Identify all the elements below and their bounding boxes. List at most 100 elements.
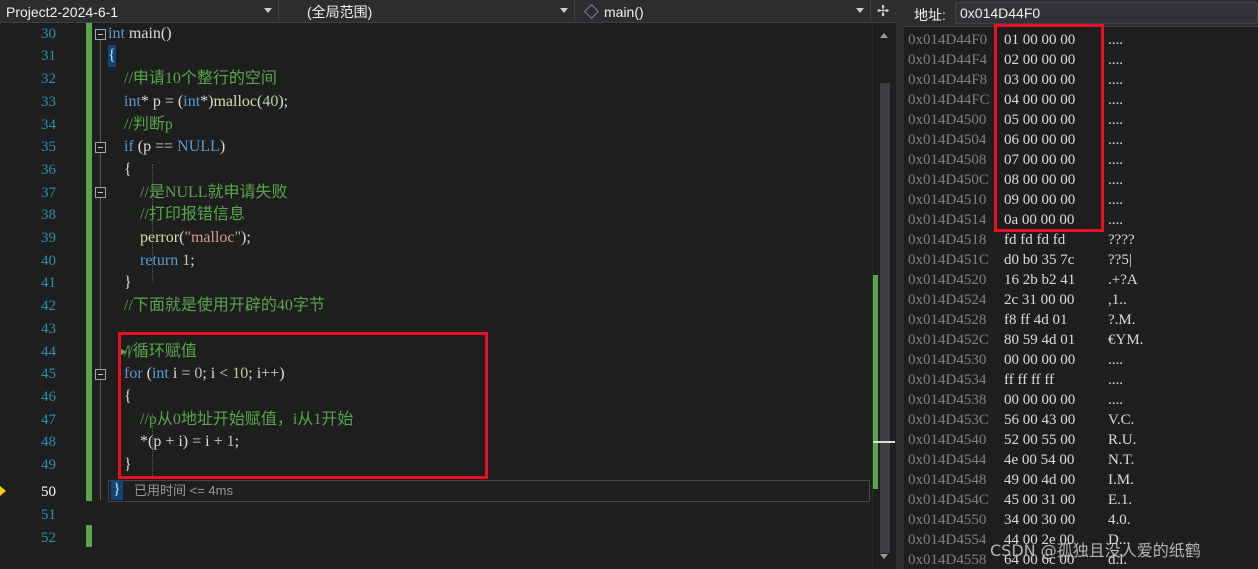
memory-row: 0x014D454C 45 00 31 00 E.1. [904, 490, 1258, 510]
code-line: return 1; [140, 252, 195, 269]
memory-ascii: V.C. [1108, 412, 1135, 428]
memory-bytes[interactable]: 2c 31 00 00 [1004, 290, 1074, 310]
highlight-box-loop [118, 332, 488, 479]
code-line: //是NULL就申请失败 [108, 184, 288, 201]
memory-ascii: .... [1108, 92, 1123, 108]
line-number: 46 [41, 389, 56, 405]
scope-dropdown-label: (全局范围) [307, 3, 373, 20]
watermark: CSDN @孤独且没人爱的纸鹤 [990, 541, 1201, 560]
line-number-current: 50 [41, 484, 56, 500]
memory-bytes[interactable]: 16 2b b2 41 [1004, 270, 1075, 290]
memory-bytes[interactable]: 34 00 30 00 [1004, 510, 1075, 530]
pane-splitter[interactable] [896, 0, 904, 569]
memory-ascii: .... [1108, 352, 1123, 368]
line-number: 32 [41, 71, 56, 87]
memory-address: 0x014D452C [908, 332, 989, 348]
collapse-icon[interactable] [95, 29, 106, 40]
memory-ascii: ??5| [1108, 252, 1132, 268]
code-line: if (p == NULL) [124, 138, 226, 155]
line-number: 34 [41, 117, 56, 133]
project-dropdown[interactable]: Project2-2024-6-1 [0, 0, 279, 23]
scope-dropdown[interactable]: (全局范围) [279, 0, 575, 23]
code-line: perror("malloc"); [140, 229, 251, 246]
memory-bytes[interactable]: f8 ff 4d 01 [1004, 310, 1067, 330]
memory-row: 0x014D451C d0 b0 35 7c ??5| [904, 250, 1258, 270]
address-input[interactable]: 0x014D44F0 [955, 2, 1258, 24]
chevron-down-icon [264, 8, 272, 13]
memory-bytes[interactable]: 80 59 4d 01 [1004, 330, 1075, 350]
code-editor[interactable]: Project2-2024-6-1 (全局范围) main() ✢ 30 31 … [0, 0, 896, 569]
function-dropdown[interactable]: main() [575, 0, 871, 23]
line-number: 38 [41, 207, 56, 223]
memory-address: 0x014D4520 [908, 272, 987, 288]
code-line: //申请10个整行的空间 [108, 70, 277, 87]
collapse-icon[interactable] [95, 142, 106, 153]
memory-ascii: .... [1108, 192, 1123, 208]
memory-address: 0x014D44FC [908, 92, 990, 108]
scroll-down-icon[interactable] [880, 554, 888, 559]
memory-address: 0x014D4510 [908, 192, 987, 208]
memory-ascii: .... [1108, 392, 1123, 408]
split-window-icon[interactable]: ✢ [873, 2, 893, 21]
code-line: int* p = (int*)malloc(40); [124, 93, 289, 110]
code-line: { [108, 161, 132, 178]
memory-ascii: 4.0. [1108, 512, 1131, 528]
project-dropdown-label: Project2-2024-6-1 [6, 3, 119, 20]
line-number: 52 [41, 530, 56, 546]
memory-ascii: .... [1108, 72, 1123, 88]
highlight-box-bytes [994, 24, 1104, 232]
memory-row: 0x014D4538 00 00 00 00.... [904, 390, 1258, 410]
method-cube-icon [584, 4, 599, 19]
memory-address: 0x014D4554 [908, 532, 987, 548]
code-line: { [108, 45, 116, 67]
memory-address: 0x014D4514 [908, 212, 987, 228]
line-number: 41 [41, 275, 56, 291]
memory-address: 0x014D4504 [908, 132, 987, 148]
change-tracking-bar [86, 23, 92, 501]
line-number: 51 [41, 507, 56, 523]
memory-bytes[interactable]: 49 00 4d 00 [1004, 470, 1075, 490]
memory-bytes[interactable]: 4e 00 54 00 [1004, 450, 1074, 470]
memory-ascii: ,1.. [1108, 292, 1127, 308]
line-number: 39 [41, 230, 56, 246]
line-number: 42 [41, 298, 56, 314]
memory-bytes[interactable]: fd fd fd fd [1004, 230, 1065, 250]
memory-bytes[interactable]: 00 00 00 00 [1004, 390, 1075, 410]
memory-address: 0x014D4530 [908, 352, 987, 368]
memory-address: 0x014D44F4 [908, 52, 988, 68]
memory-bytes[interactable]: ff ff ff ff [1004, 370, 1054, 390]
collapse-icon[interactable] [95, 187, 106, 198]
memory-bytes[interactable]: 00 00 00 00 [1004, 350, 1075, 370]
code-line: int main() [108, 25, 172, 42]
collapse-icon[interactable] [95, 369, 106, 380]
memory-row: 0x014D4524 2c 31 00 00 ,1.. [904, 290, 1258, 310]
memory-row: 0x014D452C 80 59 4d 01 €YM. [904, 330, 1258, 350]
memory-ascii: .... [1108, 152, 1123, 168]
memory-address: 0x014D4528 [908, 312, 987, 328]
memory-bytes[interactable]: 52 00 55 00 [1004, 430, 1075, 450]
line-number: 49 [41, 457, 56, 473]
memory-address: 0x014D4540 [908, 432, 987, 448]
chevron-down-icon [856, 8, 864, 13]
memory-bytes[interactable]: 45 00 31 00 [1004, 490, 1075, 510]
memory-ascii: .... [1108, 172, 1123, 188]
code-line: //打印报错信息 [108, 206, 245, 223]
memory-row: 0x014D4548 49 00 4d 00 I.M. [904, 470, 1258, 490]
vertical-scrollbar[interactable] [872, 23, 895, 569]
current-statement-arrow-icon [0, 486, 6, 496]
address-label: 地址: [914, 7, 946, 23]
code-line: //下面就是使用开辟的40字节 [108, 297, 325, 314]
scrollbar-thumb[interactable] [880, 83, 890, 553]
change-tracking-bar [86, 525, 92, 547]
line-number: 47 [41, 412, 56, 428]
scroll-up-icon[interactable] [880, 33, 888, 38]
memory-bytes[interactable]: d0 b0 35 7c [1004, 250, 1074, 270]
memory-ascii: R.U. [1108, 432, 1137, 448]
memory-bytes[interactable]: 56 00 43 00 [1004, 410, 1075, 430]
line-number: 45 [41, 366, 56, 382]
perf-tip-elapsed[interactable]: 已用时间 <= 4ms [134, 482, 233, 500]
line-number: 44 [41, 344, 56, 360]
memory-window: 地址: 0x014D44F0 0x014D44F0 01 00 00 00....… [904, 0, 1258, 569]
memory-row: 0x014D4540 52 00 55 00 R.U. [904, 430, 1258, 450]
line-number: 37 [41, 185, 56, 201]
